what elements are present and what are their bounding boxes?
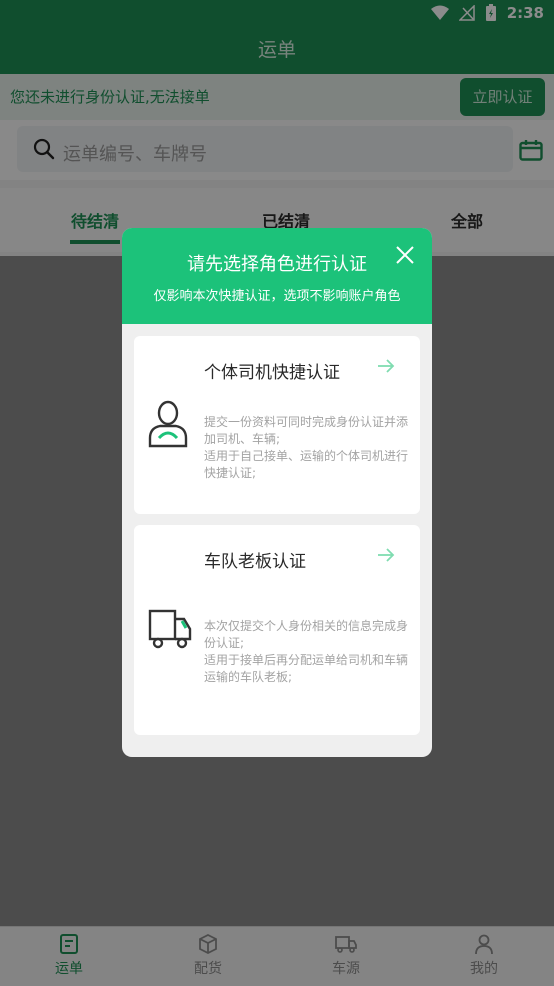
truck-icon xyxy=(148,609,192,649)
dialog-header: 请先选择角色进行认证 仅影响本次快捷认证，选项不影响账户角色 xyxy=(122,228,432,324)
option-title: 车队老板认证 xyxy=(204,552,306,572)
option-title: 个体司机快捷认证 xyxy=(204,363,340,383)
arrow-right-icon xyxy=(378,548,395,562)
dialog-subtitle: 仅影响本次快捷认证，选项不影响账户角色 xyxy=(153,289,401,304)
fleet-owner-option[interactable]: 车队老板认证 本次仅提交个人身份相关的信息完成身份认证; 适用于接单后再分配运单… xyxy=(134,525,420,735)
role-select-dialog: 请先选择角色进行认证 仅影响本次快捷认证，选项不影响账户角色 个体司机快捷认证 … xyxy=(122,228,432,757)
individual-driver-option[interactable]: 个体司机快捷认证 提交一份资料可同时完成身份认证并添加司机、车辆; 适用于自己接… xyxy=(134,336,420,514)
dialog-title: 请先选择角色进行认证 xyxy=(187,254,367,275)
option-description: 提交一份资料可同时完成身份认证并添加司机、车辆; 适用于自己接单、运输的个体司机… xyxy=(204,415,409,480)
driver-icon xyxy=(148,400,188,448)
option-description: 本次仅提交个人身份相关的信息完成身份认证; 适用于接单后再分配运单给司机和车辆运… xyxy=(204,619,409,684)
close-icon[interactable] xyxy=(394,244,416,266)
arrow-right-icon xyxy=(378,359,395,373)
